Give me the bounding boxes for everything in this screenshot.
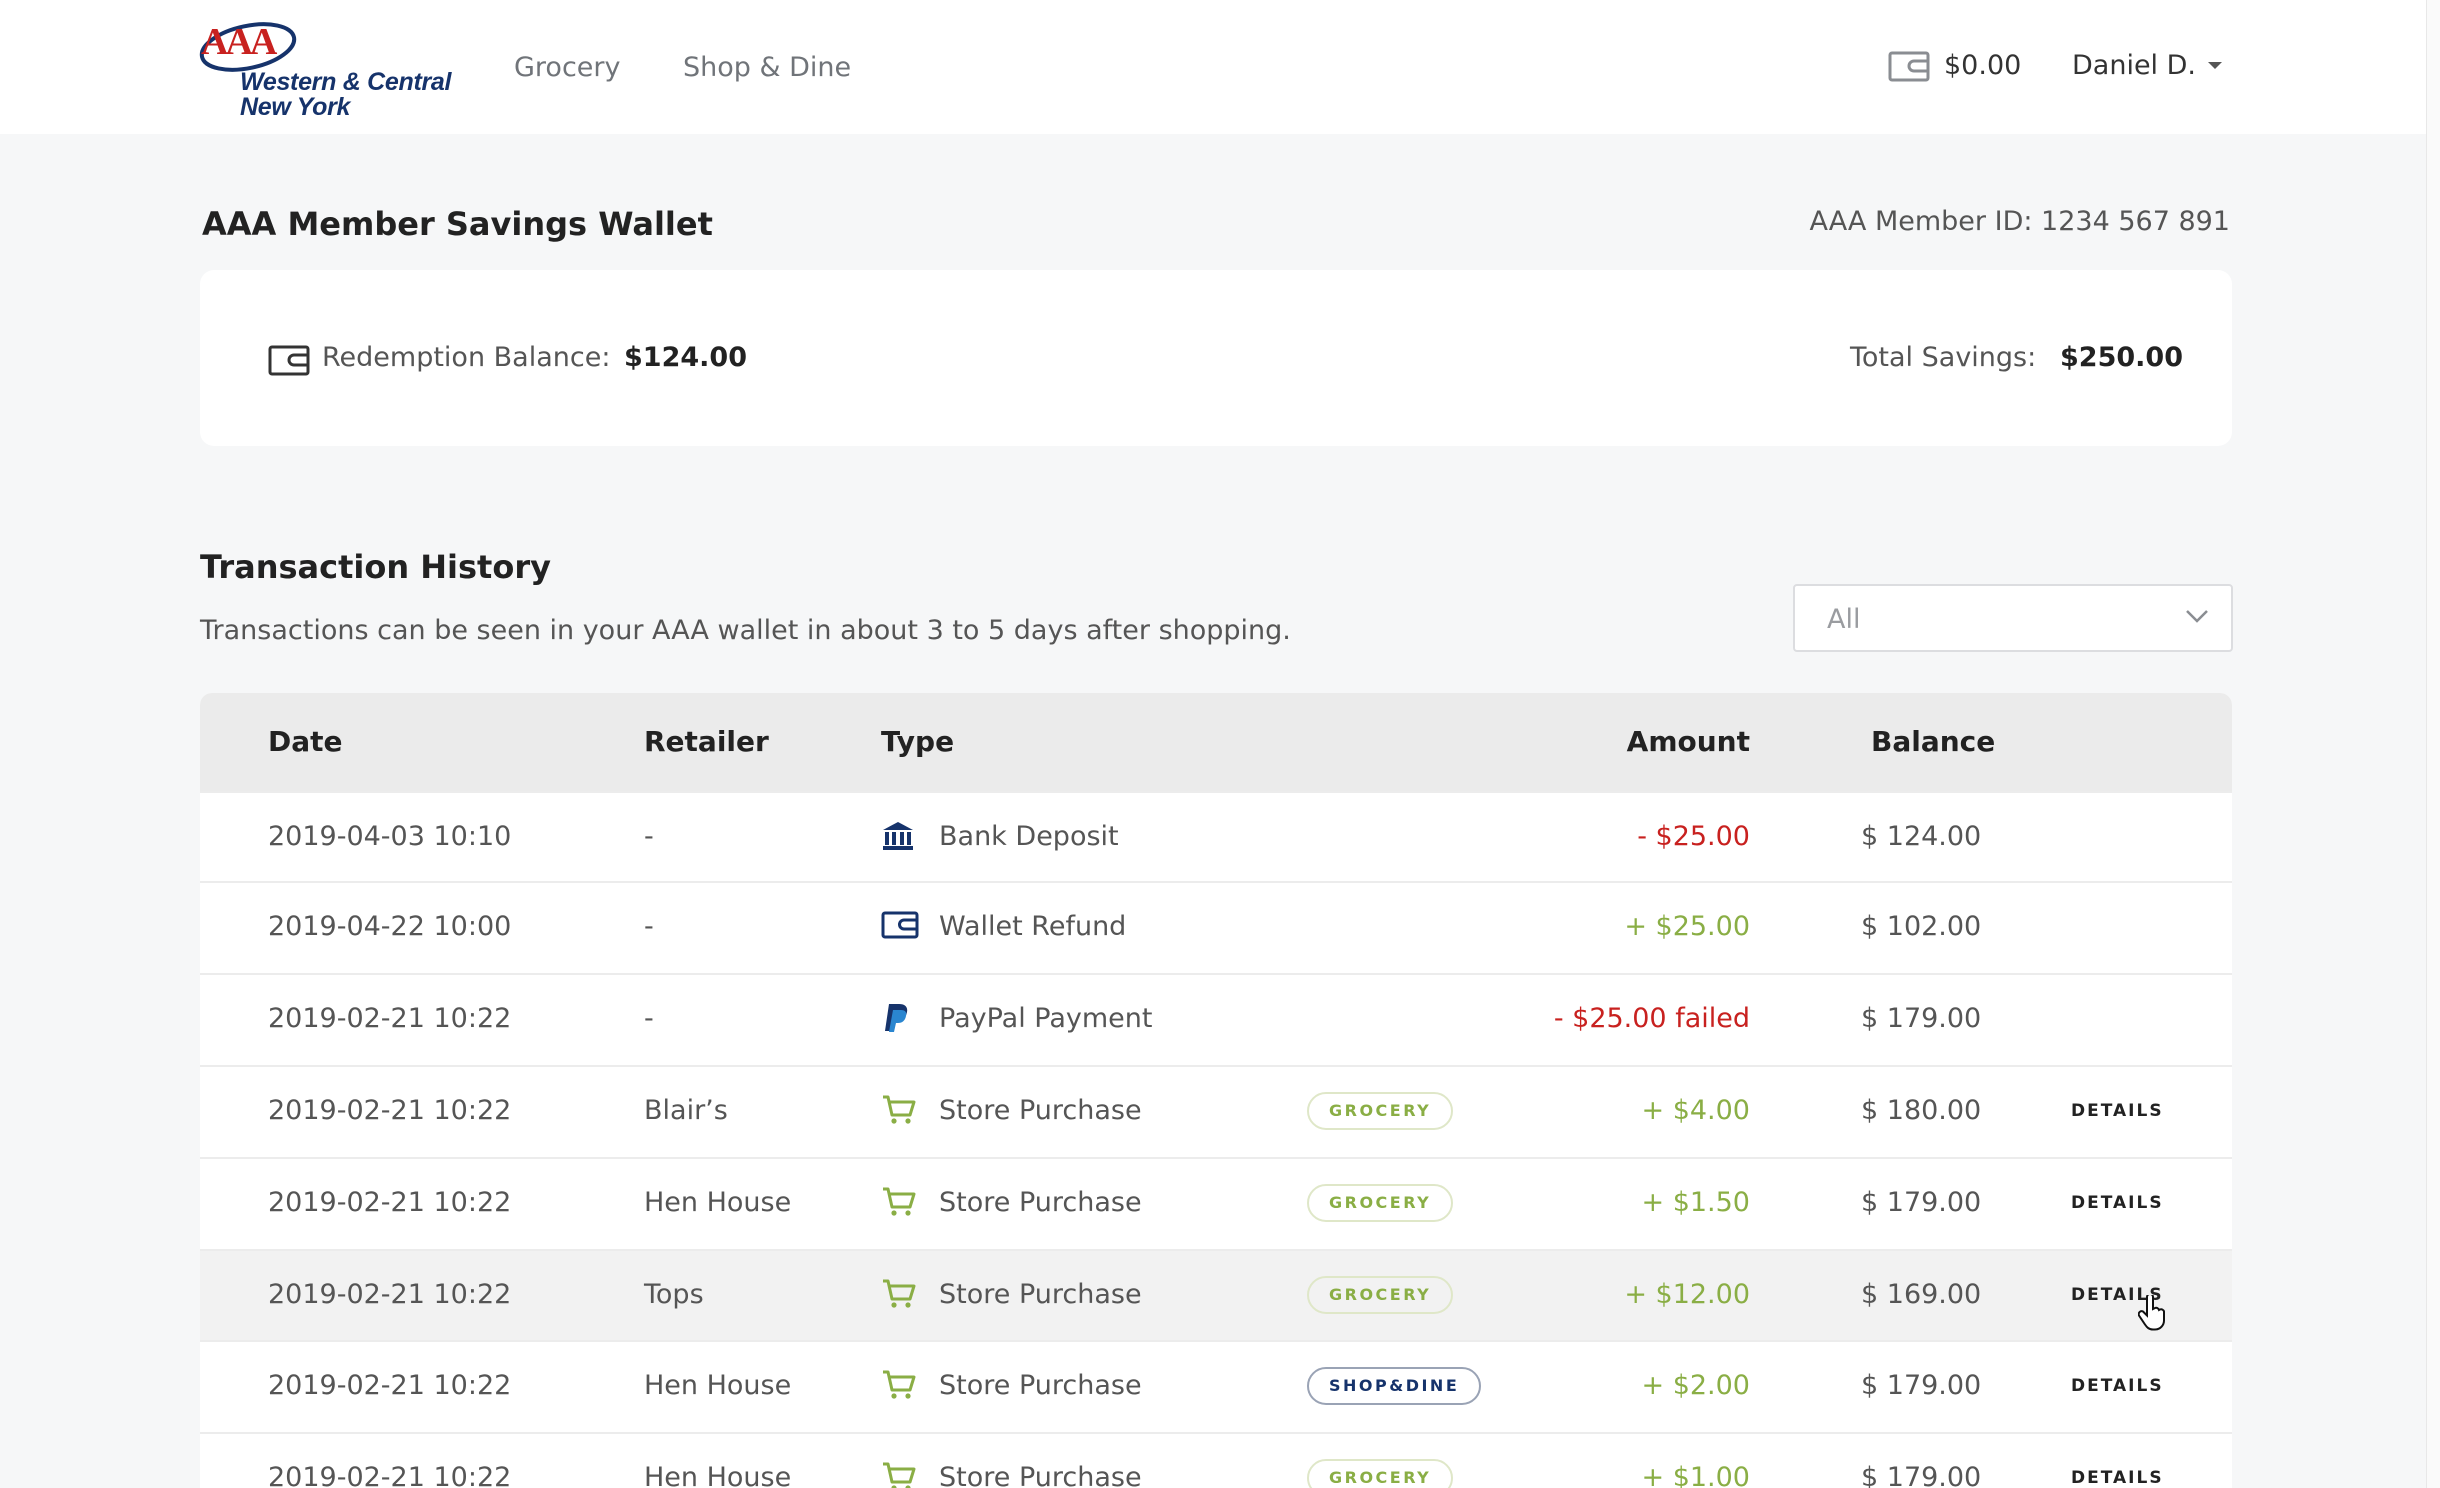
bank-icon — [881, 820, 915, 856]
category-badge: SHOP&DINE — [1307, 1367, 1482, 1405]
row-date: 2019-02-21 10:22 — [268, 1003, 512, 1034]
row-balance: $ 179.00 — [1861, 1187, 1982, 1218]
transaction-table: Date Retailer Type Amount Balance 2019-0… — [200, 693, 2232, 1488]
row-type: Store Purchase — [939, 1370, 1142, 1401]
row-retailer: - — [644, 821, 654, 852]
cart-icon — [881, 1186, 917, 1222]
paypal-icon — [881, 1002, 911, 1038]
table-header: Date Retailer Type Amount Balance — [200, 693, 2232, 791]
top-header: AAA Western & Central New York Grocery S… — [0, 0, 2440, 134]
cart-icon — [881, 1369, 917, 1405]
column-header-date: Date — [268, 725, 343, 758]
wallet-icon — [881, 910, 919, 944]
row-date: 2019-02-21 10:22 — [268, 1095, 512, 1126]
redemption-balance-value: $124.00 — [624, 342, 747, 373]
row-date: 2019-02-21 10:22 — [268, 1462, 512, 1488]
row-retailer: Tops — [644, 1279, 704, 1310]
row-retailer: Hen House — [644, 1370, 792, 1401]
row-balance: $ 179.00 — [1861, 1462, 1982, 1488]
details-link[interactable]: DETAILS — [2071, 1101, 2164, 1121]
redemption-balance-label: Redemption Balance: — [322, 342, 611, 373]
row-balance: $ 179.00 — [1861, 1370, 1982, 1401]
row-amount: + $2.00 — [1641, 1370, 1750, 1401]
row-type: Store Purchase — [939, 1279, 1142, 1310]
total-savings-value: $250.00 — [2060, 342, 2183, 373]
row-retailer: - — [644, 911, 654, 942]
row-amount: + $25.00 — [1624, 911, 1750, 942]
table-row: 2019-02-21 10:22 Tops Store Purchase GROCER… — [200, 1249, 2232, 1340]
row-balance: $ 180.00 — [1861, 1095, 1982, 1126]
table-row: 2019-04-03 10:10 - Bank Deposit - $25.00 $ 1… — [200, 791, 2232, 881]
row-retailer: Hen House — [644, 1187, 792, 1218]
row-amount: + $12.00 — [1624, 1279, 1750, 1310]
row-retailer: Hen House — [644, 1462, 792, 1488]
svg-text:AAA: AAA — [201, 21, 278, 63]
hand-cursor-icon — [2138, 1295, 2165, 1331]
nav-shop-dine[interactable]: Shop & Dine — [683, 52, 851, 83]
cart-icon — [881, 1278, 917, 1314]
table-row: 2019-04-22 10:00 - Wallet Refund + $25.00 $ … — [200, 881, 2232, 973]
column-header-amount: Amount — [1626, 725, 1750, 758]
wallet-icon — [268, 345, 310, 376]
row-type: Store Purchase — [939, 1187, 1142, 1218]
logo-text-line2: New York — [240, 93, 351, 121]
wallet-icon — [1888, 51, 1930, 82]
table-row: 2019-02-21 10:22 Hen House Store Purchase G… — [200, 1432, 2232, 1488]
page-scrollbar[interactable] — [2426, 0, 2440, 1488]
cart-icon — [881, 1094, 917, 1130]
column-header-balance: Balance — [1871, 725, 1996, 758]
details-link[interactable]: DETAILS — [2071, 1193, 2164, 1213]
filter-value: All — [1827, 604, 1861, 635]
header-wallet-balance[interactable]: $0.00 — [1944, 50, 2021, 81]
row-amount: + $1.00 — [1641, 1462, 1750, 1488]
chevron-down-icon — [2186, 610, 2208, 623]
aaa-logo[interactable]: AAA Western & Central New York — [198, 14, 458, 122]
nav-grocery[interactable]: Grocery — [514, 52, 620, 83]
cart-icon — [881, 1461, 917, 1488]
page-title: AAA Member Savings Wallet — [202, 205, 713, 243]
table-row: 2019-02-21 10:22 Hen House Store Purchase S… — [200, 1340, 2232, 1432]
row-date: 2019-02-21 10:22 — [268, 1187, 512, 1218]
row-date: 2019-02-21 10:22 — [268, 1279, 512, 1310]
category-badge: GROCERY — [1307, 1092, 1454, 1130]
member-id: AAA Member ID: 1234 567 891 — [1809, 206, 2230, 237]
row-date: 2019-02-21 10:22 — [268, 1370, 512, 1401]
table-row: 2019-02-21 10:22 - PayPal Payment - $25.00 … — [200, 973, 2232, 1065]
row-amount: - $25.00 failed — [1553, 1003, 1750, 1034]
details-link[interactable]: DETAILS — [2071, 1376, 2164, 1396]
row-retailer: Blair’s — [644, 1095, 728, 1126]
category-badge: GROCERY — [1307, 1184, 1454, 1222]
row-type: Store Purchase — [939, 1095, 1142, 1126]
row-amount: - $25.00 — [1637, 821, 1750, 852]
user-menu[interactable]: Daniel D. — [2072, 50, 2196, 81]
category-badge: GROCERY — [1307, 1459, 1454, 1488]
section-subtitle: Transactions can be seen in your AAA wal… — [200, 615, 1291, 646]
row-balance: $ 169.00 — [1861, 1279, 1982, 1310]
row-type: PayPal Payment — [939, 1003, 1153, 1034]
row-type: Wallet Refund — [939, 911, 1127, 942]
row-type: Store Purchase — [939, 1462, 1142, 1488]
row-balance: $ 102.00 — [1861, 911, 1982, 942]
category-badge: GROCERY — [1307, 1276, 1454, 1314]
table-row: 2019-02-21 10:22 Blair’s Store Purchase GRO… — [200, 1065, 2232, 1157]
row-balance: $ 179.00 — [1861, 1003, 1982, 1034]
table-row: 2019-02-21 10:22 Hen House Store Purchase G… — [200, 1157, 2232, 1249]
row-retailer: - — [644, 1003, 654, 1034]
details-link[interactable]: DETAILS — [2071, 1468, 2164, 1488]
total-savings-label: Total Savings: — [1850, 342, 2037, 373]
aaa-logo-mark: AAA — [199, 21, 297, 72]
wallet-summary-card: Redemption Balance: $124.00 Total Saving… — [200, 270, 2232, 446]
column-header-type: Type — [881, 725, 955, 758]
row-amount: + $1.50 — [1641, 1187, 1750, 1218]
column-header-retailer: Retailer — [644, 725, 769, 758]
row-balance: $ 124.00 — [1861, 821, 1982, 852]
caret-down-icon[interactable] — [2208, 62, 2222, 69]
transaction-filter-select[interactable]: All — [1793, 584, 2233, 652]
row-amount: + $4.00 — [1641, 1095, 1750, 1126]
row-date: 2019-04-03 10:10 — [268, 821, 512, 852]
section-title: Transaction History — [200, 548, 551, 586]
row-date: 2019-04-22 10:00 — [268, 911, 512, 942]
row-type: Bank Deposit — [939, 821, 1119, 852]
